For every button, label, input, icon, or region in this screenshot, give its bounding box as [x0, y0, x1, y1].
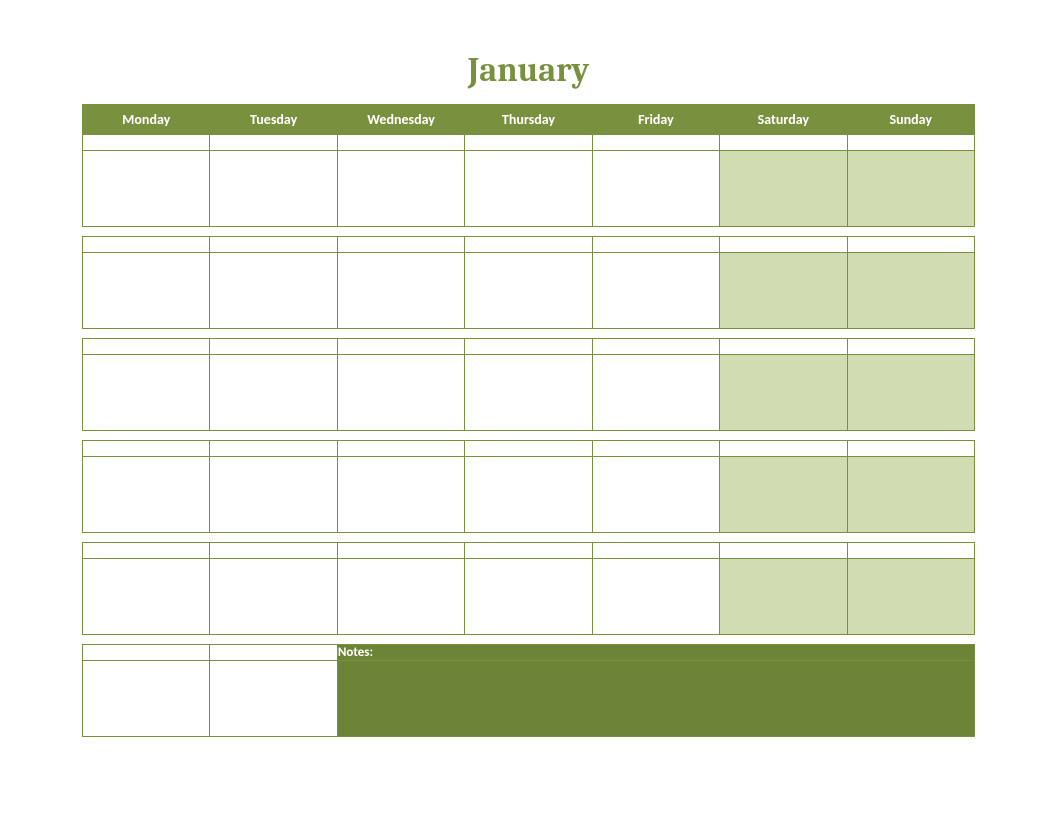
weekday-header: Wednesday	[337, 105, 464, 135]
day-cell[interactable]	[210, 559, 337, 635]
day-cell[interactable]	[592, 559, 719, 635]
week-separator	[83, 431, 975, 441]
week-separator	[83, 635, 975, 645]
day-cell[interactable]	[210, 661, 337, 737]
day-cell[interactable]	[210, 457, 337, 533]
day-cell-weekend[interactable]	[847, 355, 974, 431]
weekday-header: Sunday	[847, 105, 974, 135]
day-cell[interactable]	[337, 559, 464, 635]
weekday-header: Tuesday	[210, 105, 337, 135]
notes-area[interactable]	[337, 661, 974, 737]
date-cell[interactable]	[592, 339, 719, 355]
date-cell[interactable]	[592, 441, 719, 457]
weekday-header: Saturday	[720, 105, 847, 135]
day-cell[interactable]	[83, 661, 210, 737]
day-cell[interactable]	[465, 559, 592, 635]
weekday-header: Thursday	[465, 105, 592, 135]
date-cell[interactable]	[337, 441, 464, 457]
day-cell[interactable]	[337, 151, 464, 227]
date-cell[interactable]	[83, 441, 210, 457]
date-cell[interactable]	[210, 645, 337, 661]
day-cell-weekend[interactable]	[720, 355, 847, 431]
date-cell[interactable]	[83, 543, 210, 559]
date-cell[interactable]	[847, 543, 974, 559]
day-cell[interactable]	[83, 559, 210, 635]
date-cell[interactable]	[465, 543, 592, 559]
day-cell-weekend[interactable]	[720, 559, 847, 635]
day-cell[interactable]	[592, 355, 719, 431]
date-cell[interactable]	[465, 339, 592, 355]
date-cell[interactable]	[210, 135, 337, 151]
day-cell[interactable]	[83, 253, 210, 329]
date-cell[interactable]	[720, 339, 847, 355]
day-cell[interactable]	[337, 355, 464, 431]
date-cell[interactable]	[210, 237, 337, 253]
date-cell[interactable]	[720, 543, 847, 559]
date-cell[interactable]	[337, 339, 464, 355]
date-cell[interactable]	[210, 441, 337, 457]
date-cell[interactable]	[720, 135, 847, 151]
day-cell-weekend[interactable]	[847, 559, 974, 635]
day-cell-weekend[interactable]	[720, 151, 847, 227]
day-cell[interactable]	[337, 253, 464, 329]
date-cell[interactable]	[337, 135, 464, 151]
date-cell[interactable]	[210, 543, 337, 559]
calendar-grid: Monday Tuesday Wednesday Thursday Friday…	[82, 104, 975, 737]
day-cell[interactable]	[592, 253, 719, 329]
weekday-header: Monday	[83, 105, 210, 135]
date-cell[interactable]	[720, 441, 847, 457]
day-cell[interactable]	[592, 457, 719, 533]
date-cell[interactable]	[592, 237, 719, 253]
date-cell[interactable]	[847, 339, 974, 355]
month-title: January	[82, 50, 975, 90]
date-cell[interactable]	[847, 135, 974, 151]
day-cell[interactable]	[210, 355, 337, 431]
weekday-header-row: Monday Tuesday Wednesday Thursday Friday…	[83, 105, 975, 135]
notes-label: Notes:	[337, 645, 974, 661]
day-cell[interactable]	[337, 457, 464, 533]
day-cell[interactable]	[210, 151, 337, 227]
date-cell[interactable]	[337, 543, 464, 559]
date-cell[interactable]	[465, 237, 592, 253]
date-cell[interactable]	[720, 237, 847, 253]
date-cell[interactable]	[210, 339, 337, 355]
day-cell[interactable]	[83, 355, 210, 431]
day-cell-weekend[interactable]	[720, 253, 847, 329]
day-cell[interactable]	[83, 457, 210, 533]
date-cell[interactable]	[592, 135, 719, 151]
day-cell[interactable]	[465, 253, 592, 329]
weekday-header: Friday	[592, 105, 719, 135]
week-separator	[83, 329, 975, 339]
date-cell[interactable]	[465, 441, 592, 457]
date-cell[interactable]	[337, 237, 464, 253]
day-cell-weekend[interactable]	[847, 151, 974, 227]
day-cell[interactable]	[465, 355, 592, 431]
day-cell[interactable]	[83, 151, 210, 227]
date-cell[interactable]	[465, 135, 592, 151]
date-cell[interactable]	[83, 237, 210, 253]
date-cell[interactable]	[83, 339, 210, 355]
day-cell-weekend[interactable]	[847, 457, 974, 533]
date-cell[interactable]	[847, 237, 974, 253]
day-cell-weekend[interactable]	[847, 253, 974, 329]
day-cell-weekend[interactable]	[720, 457, 847, 533]
date-cell[interactable]	[83, 135, 210, 151]
day-cell[interactable]	[592, 151, 719, 227]
week-separator	[83, 533, 975, 543]
day-cell[interactable]	[465, 151, 592, 227]
date-cell[interactable]	[83, 645, 210, 661]
date-cell[interactable]	[847, 441, 974, 457]
week-separator	[83, 227, 975, 237]
day-cell[interactable]	[210, 253, 337, 329]
day-cell[interactable]	[465, 457, 592, 533]
date-cell[interactable]	[592, 543, 719, 559]
